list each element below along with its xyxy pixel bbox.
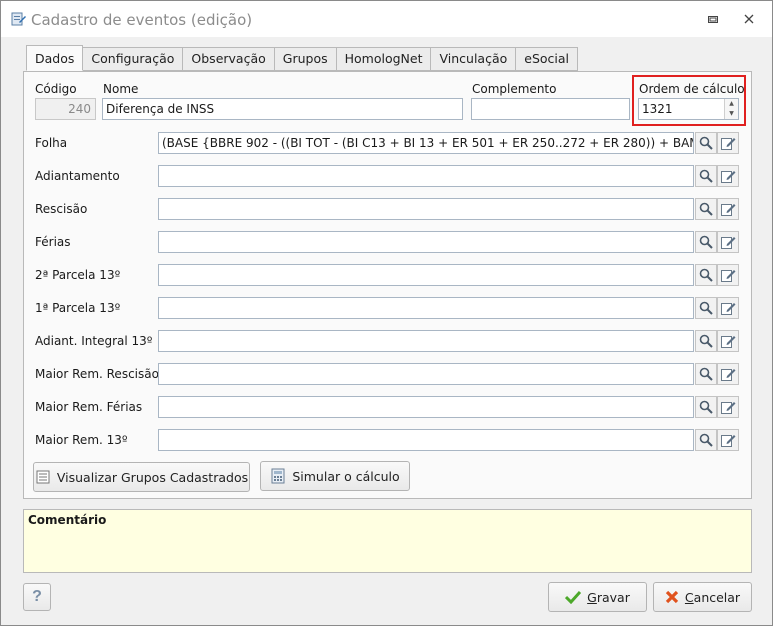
edit-formula-button[interactable] [717,264,739,286]
ordem-calculo-highlight [632,75,746,126]
search-icon [699,268,713,282]
checkmark-icon [565,590,582,604]
edit-formula-button[interactable] [717,396,739,418]
edit-formula-button[interactable] [717,363,739,385]
search-icon [699,136,713,150]
edit-icon [720,267,736,283]
search-icon [699,235,713,249]
formula-row-label: Férias [35,235,71,249]
edit-formula-button[interactable] [717,231,739,253]
edit-icon [720,201,736,217]
edit-icon [720,300,736,316]
edit-icon [720,399,736,415]
gravar-button[interactable]: Gravar [548,582,647,612]
simular-calculo-button[interactable]: Simular o cálculo [260,461,410,491]
edit-formula-button[interactable] [717,330,739,352]
nome-label: Nome [103,82,139,96]
edit-formula-button[interactable] [717,165,739,187]
search-button[interactable] [695,330,717,352]
list-icon [35,469,51,485]
visualizar-grupos-label: Visualizar Grupos Cadastrados [56,469,249,485]
search-button[interactable] [695,132,717,154]
formula-row-input[interactable] [158,429,694,451]
codigo-label: Código [35,82,77,96]
complemento-input[interactable] [471,98,630,120]
formula-row-label: Maior Rem. Férias [35,400,143,414]
edit-icon [720,366,736,382]
cancelar-button[interactable]: Cancelar [653,582,752,612]
restore-button[interactable] [699,9,727,29]
app-icon [10,11,26,27]
search-icon [699,169,713,183]
edit-formula-button[interactable] [717,297,739,319]
formula-row-input[interactable] [158,231,694,253]
edit-icon [720,135,736,151]
edit-icon [720,168,736,184]
complemento-label: Complemento [472,82,557,96]
tab-observacao[interactable]: Observação [183,47,275,71]
event-edit-window: Cadastro de eventos (edição) Dados Confi… [0,0,773,626]
formula-row-label: Rescisão [35,202,88,216]
formula-row-input[interactable] [158,363,694,385]
edit-formula-button[interactable] [717,198,739,220]
window-title: Cadastro de eventos (edição) [31,11,253,29]
formula-row-label: 2ª Parcela 13º [35,268,121,282]
search-button[interactable] [695,297,717,319]
calculator-icon [270,468,286,484]
title-bar: Cadastro de eventos (edição) [1,1,772,37]
search-icon [699,202,713,216]
tab-configuracao[interactable]: Configuração [83,47,184,71]
search-button[interactable] [695,231,717,253]
search-button[interactable] [695,198,717,220]
simular-calculo-label: Simular o cálculo [292,468,400,484]
search-icon [699,400,713,414]
formula-row-input[interactable] [158,198,694,220]
codigo-field: 240 [35,98,96,120]
help-icon: ? [32,588,42,605]
formula-row-label: Adiant. Integral 13º [35,334,153,348]
formula-row-label: Adiantamento [35,169,120,183]
tab-esocial[interactable]: eSocial [516,47,579,71]
formula-row-label: Folha [35,136,68,150]
search-button[interactable] [695,264,717,286]
help-button[interactable]: ? [23,583,51,611]
comment-label: Comentário [28,513,107,527]
comment-area[interactable]: Comentário [23,509,752,573]
tab-bar: Dados Configuração Observação Grupos Hom… [26,45,579,71]
nome-input[interactable]: Diferença de INSS [102,98,463,120]
edit-icon [720,234,736,250]
edit-icon [720,333,736,349]
formula-row-input[interactable] [158,264,694,286]
formula-row-input[interactable]: (BASE {BBRE 902 - ((BI TOT - (BI C13 + B… [158,132,694,154]
search-icon [699,334,713,348]
formula-row-label: Maior Rem. 13º [35,433,128,447]
restore-icon [708,16,718,23]
gravar-label: Gravar [587,589,630,605]
search-button[interactable] [695,165,717,187]
formula-row-label: Maior Rem. Rescisão [35,367,159,381]
search-button[interactable] [695,396,717,418]
search-button[interactable] [695,363,717,385]
close-icon [744,14,754,24]
tab-dados[interactable]: Dados [26,45,84,71]
edit-formula-button[interactable] [717,429,739,451]
cancel-x-icon [665,590,679,604]
cancelar-label: Cancelar [684,589,741,605]
formula-row-label: 1ª Parcela 13º [35,301,121,315]
tab-grupos[interactable]: Grupos [274,47,337,71]
formula-row-input[interactable] [158,330,694,352]
visualizar-grupos-button[interactable]: Visualizar Grupos Cadastrados [33,462,250,492]
formula-row-input[interactable] [158,297,694,319]
tab-vinculacao[interactable]: Vinculação [431,47,517,71]
search-icon [699,301,713,315]
close-button[interactable] [735,9,763,29]
search-icon [699,433,713,447]
formula-row-input[interactable] [158,165,694,187]
tab-homolognet[interactable]: HomologNet [336,47,432,71]
search-button[interactable] [695,429,717,451]
formula-row-input[interactable] [158,396,694,418]
edit-icon [720,432,736,448]
edit-formula-button[interactable] [717,132,739,154]
search-icon [699,367,713,381]
